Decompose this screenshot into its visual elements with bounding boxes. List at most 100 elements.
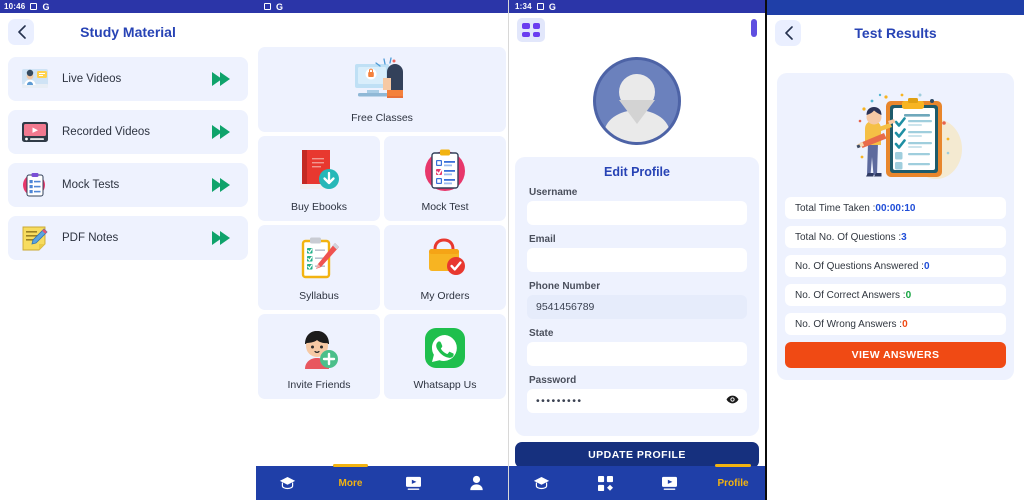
bottom-nav-profile: Profile	[509, 464, 765, 500]
result-label: Total No. Of Questions :	[795, 231, 902, 243]
result-label: No. Of Questions Answered :	[795, 260, 924, 272]
avatar-wrapper	[509, 47, 765, 157]
shopping-bag-check-icon	[421, 233, 469, 285]
list-item-live-videos[interactable]: Live Videos	[8, 57, 248, 101]
password-value: •••••••••	[536, 395, 583, 407]
nav-item-classes[interactable]	[256, 466, 319, 500]
edit-profile-body: Edit Profile Username Email Phone Number…	[509, 13, 765, 500]
chevron-right-icon	[212, 72, 230, 86]
invite-friend-icon	[295, 322, 343, 374]
tile-syllabus[interactable]: Syllabus	[258, 225, 380, 310]
tile-label: Invite Friends	[287, 379, 351, 391]
more-grid-topbar	[256, 13, 508, 47]
result-value: 0	[902, 318, 908, 330]
state-input[interactable]	[527, 342, 747, 366]
tile-buy-ebooks[interactable]: Buy Ebooks	[258, 136, 380, 221]
notes-pencil-icon	[20, 223, 50, 253]
list-item-recorded-videos[interactable]: Recorded Videos	[8, 110, 248, 154]
list-item-mock-tests[interactable]: Mock Tests	[8, 163, 248, 207]
tile-invite-friends[interactable]: Invite Friends	[258, 314, 380, 399]
nav-item-profile[interactable]	[445, 466, 508, 500]
tile-whatsapp-us[interactable]: Whatsapp Us	[384, 314, 506, 399]
tile-label: Buy Ebooks	[290, 201, 348, 213]
statusbar-square-icon	[264, 3, 271, 10]
list-item-label: Live Videos	[62, 73, 122, 85]
email-input[interactable]	[527, 248, 747, 272]
result-row-wrong-answers: No. Of Wrong Answers : 0	[785, 313, 1006, 335]
result-value: 3	[901, 231, 907, 243]
password-input[interactable]: •••••••••	[527, 389, 747, 413]
tile-label: My Orders	[420, 290, 470, 302]
scroll-indicator	[751, 19, 757, 37]
online-class-icon	[349, 55, 415, 107]
ebook-download-icon	[294, 144, 344, 196]
result-row-correct-answers: No. Of Correct Answers : 0	[785, 284, 1006, 306]
page-title: Study Material	[80, 24, 176, 40]
edit-profile-form: Edit Profile Username Email Phone Number…	[515, 157, 759, 436]
nav-item-videos[interactable]	[637, 466, 701, 500]
nav-item-classes[interactable]	[509, 466, 573, 500]
label-username: Username	[529, 187, 578, 198]
statusbar-p3: 1:34 G	[509, 0, 765, 13]
panel-study-material: 10:46 G Study Material Live Videos Recor…	[0, 0, 256, 500]
phone-number-input[interactable]: 9541456789	[527, 295, 747, 319]
chevron-right-icon	[212, 178, 230, 192]
list-item-label: Recorded Videos	[62, 126, 151, 138]
live-video-icon	[20, 64, 50, 94]
list-item-pdf-notes[interactable]: PDF Notes	[8, 216, 248, 260]
header-test-results: Test Results	[767, 15, 1024, 51]
panel-edit-profile: 1:34 G Edit Profile Username Email Phone…	[508, 0, 765, 500]
header-study-material: Study Material	[0, 13, 256, 51]
result-row-total-time: Total Time Taken : 00:00:10	[785, 197, 1006, 219]
nav-item-videos[interactable]	[382, 466, 445, 500]
video-player-icon	[406, 476, 421, 490]
tile-mock-test[interactable]: Mock Test	[384, 136, 506, 221]
edit-profile-topbar	[509, 13, 765, 47]
username-input[interactable]	[527, 201, 747, 225]
default-avatar-icon[interactable]	[593, 57, 681, 145]
result-label: No. Of Wrong Answers :	[795, 318, 903, 330]
tile-label: Mock Test	[421, 201, 469, 213]
tile-label: Syllabus	[299, 290, 339, 302]
study-material-list: Live Videos Recorded Videos Mock Tests P…	[0, 51, 256, 266]
nav-item-more[interactable]	[573, 466, 637, 500]
tile-label: Free Classes	[351, 112, 413, 124]
page-title: Test Results	[854, 25, 937, 41]
test-results-card: Total Time Taken : 00:00:10 Total No. Of…	[777, 73, 1014, 380]
syllabus-checklist-icon	[295, 233, 343, 285]
checklist-person-icon	[785, 81, 1006, 197]
result-value: 0	[923, 260, 930, 272]
back-button[interactable]	[8, 19, 34, 45]
graduation-cap-icon	[533, 477, 549, 490]
nav-item-more[interactable]: More	[319, 464, 382, 500]
video-player-icon	[661, 476, 677, 490]
label-state: State	[529, 328, 554, 339]
statusbar-time: 1:34	[515, 2, 532, 11]
tile-my-orders[interactable]: My Orders	[384, 225, 506, 310]
statusbar-time: 10:46	[4, 2, 26, 11]
screenshot-stage: 10:46 G Study Material Live Videos Recor…	[0, 0, 1024, 500]
graduation-cap-icon	[279, 477, 296, 490]
label-phone-number: Phone Number	[529, 281, 601, 292]
grid-apps-icon	[597, 475, 613, 491]
nav-item-label: More	[338, 477, 363, 489]
view-answers-button[interactable]: VIEW ANSWERS	[785, 342, 1006, 368]
google-icon: G	[42, 1, 50, 12]
chevron-right-icon	[212, 125, 230, 139]
eye-icon[interactable]	[726, 395, 739, 408]
back-button[interactable]	[775, 20, 801, 46]
nav-item-profile[interactable]: Profile	[701, 464, 765, 500]
result-label: No. Of Correct Answers :	[795, 289, 906, 301]
list-item-label: PDF Notes	[62, 232, 119, 244]
whatsapp-icon	[422, 322, 468, 374]
panel-more-grid: G Free Classes Buy Ebooks Mock Test Syll…	[256, 0, 508, 500]
recorded-video-icon	[20, 117, 50, 147]
label-email: Email	[529, 234, 556, 245]
bottom-nav-more: More	[256, 464, 508, 500]
more-grid: Free Classes Buy Ebooks Mock Test Syllab…	[256, 47, 508, 399]
list-item-label: Mock Tests	[62, 179, 120, 191]
tile-free-classes[interactable]: Free Classes	[258, 47, 506, 132]
grid-apps-icon[interactable]	[517, 18, 545, 42]
google-icon: G	[276, 1, 284, 12]
person-icon	[470, 475, 483, 491]
